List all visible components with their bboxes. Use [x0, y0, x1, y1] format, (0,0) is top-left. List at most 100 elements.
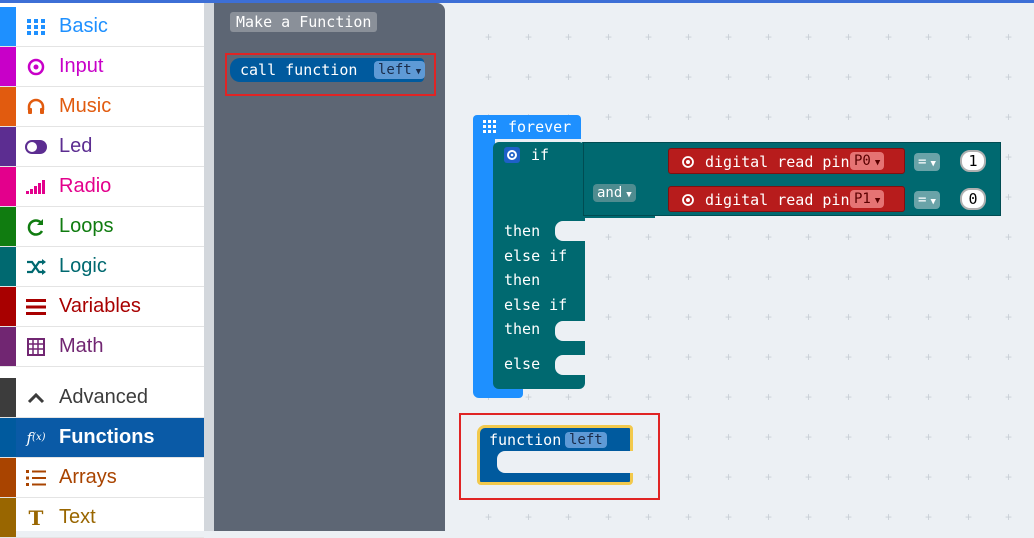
- grid-plus-mark: +: [965, 30, 973, 44]
- toolbox-math[interactable]: Math: [0, 327, 204, 367]
- category-color-bar: [0, 47, 16, 86]
- target-icon: [682, 155, 694, 173]
- grid-plus-mark: +: [645, 30, 653, 44]
- grid-plus-mark: +: [925, 430, 933, 444]
- grid-plus-mark: +: [885, 30, 893, 44]
- toolbox-basic[interactable]: Basic: [0, 7, 204, 47]
- forever-block[interactable]: forever: [473, 115, 581, 139]
- grid-plus-mark: +: [525, 30, 533, 44]
- grid-plus-mark: +: [965, 310, 973, 324]
- toolbox-music[interactable]: Music: [0, 87, 204, 127]
- grid-plus-mark: +: [725, 430, 733, 444]
- workspace[interactable]: + + + + + + + + + + + + + + + + + + + + + + + + + + + + + + + + + + + + + + + +…: [445, 3, 1034, 531]
- grid-plus-mark: +: [845, 310, 853, 324]
- category-color-bar: [0, 458, 16, 497]
- operator-value: =: [918, 154, 927, 170]
- digital-read-text: digital read pin: [705, 153, 850, 171]
- grid-plus-mark: +: [605, 230, 613, 244]
- grid-plus-mark: +: [965, 230, 973, 244]
- shuffle-icon: [25, 256, 47, 278]
- category-label: Logic: [59, 255, 107, 277]
- grid-plus-mark: +: [725, 30, 733, 44]
- else-if-label: else if: [504, 247, 568, 265]
- grid-plus-mark: +: [805, 470, 813, 484]
- category-label: Input: [59, 55, 104, 77]
- then-label: then: [504, 271, 541, 289]
- grid-plus-mark: +: [765, 510, 773, 524]
- gear-icon[interactable]: [504, 147, 520, 163]
- grid-plus-mark: +: [805, 510, 813, 524]
- category-color-bar: [0, 378, 16, 417]
- toolbox-led[interactable]: Led: [0, 127, 204, 167]
- grid-plus-mark: +: [765, 230, 773, 244]
- category-color-bar: [0, 498, 16, 537]
- grid-plus-mark: +: [1005, 310, 1013, 324]
- grid-plus-mark: +: [765, 270, 773, 284]
- value-input[interactable]: 0: [960, 188, 986, 210]
- grid-plus-mark: +: [645, 510, 653, 524]
- list-icon: [25, 296, 47, 318]
- toolbox-functions[interactable]: f (x) Functions: [0, 418, 204, 458]
- toolbox-input[interactable]: Input: [0, 47, 204, 87]
- grid-plus-mark: +: [925, 30, 933, 44]
- pin-value: P1: [854, 191, 871, 207]
- toolbox-text[interactable]: T Text: [0, 498, 204, 538]
- if-label: if: [531, 146, 550, 164]
- toolbox-radio[interactable]: Radio: [0, 167, 204, 207]
- grid-plus-mark: +: [645, 230, 653, 244]
- grid-plus-mark: +: [965, 350, 973, 364]
- grid-plus-mark: +: [605, 110, 613, 124]
- operator-dropdown[interactable]: = ▼: [914, 191, 940, 209]
- grid-plus-mark: +: [605, 510, 613, 524]
- pin-dropdown[interactable]: P1 ▼: [850, 190, 885, 208]
- then-label: then: [504, 222, 541, 240]
- category-label: Functions: [59, 426, 155, 448]
- grid-plus-mark: +: [725, 470, 733, 484]
- function-icon: f (x): [26, 428, 46, 447]
- grid-plus-mark: +: [685, 70, 693, 84]
- category-color-bar: [0, 418, 16, 457]
- digital-read-block[interactable]: digital read pin P1 ▼: [668, 186, 905, 212]
- value-input[interactable]: 1: [960, 150, 986, 172]
- and-operator-value: and: [597, 185, 623, 201]
- numbered-list-icon: [25, 467, 47, 489]
- grid-plus-mark: +: [525, 390, 533, 404]
- grid-plus-mark: +: [965, 270, 973, 284]
- grid-plus-mark: +: [1005, 190, 1013, 204]
- grid-plus-mark: +: [845, 270, 853, 284]
- headphones-icon: [25, 96, 47, 118]
- compare-block[interactable]: digital read pin P1 ▼ = ▼ 0: [658, 183, 998, 215]
- and-operator-dropdown[interactable]: and ▼: [593, 184, 636, 202]
- toolbox-loops[interactable]: Loops: [0, 207, 204, 247]
- operator-dropdown[interactable]: = ▼: [914, 153, 940, 171]
- grid-plus-mark: +: [685, 350, 693, 364]
- digital-read-block[interactable]: digital read pin P0 ▼: [668, 148, 905, 174]
- toolbox-variables[interactable]: Variables: [0, 287, 204, 327]
- grid-plus-mark: +: [765, 310, 773, 324]
- dropdown-caret-icon: ▼: [874, 196, 881, 206]
- grid-plus-mark: +: [725, 70, 733, 84]
- pin-dropdown[interactable]: P0 ▼: [850, 152, 885, 170]
- grid-plus-mark: +: [765, 470, 773, 484]
- grid-plus-mark: +: [685, 270, 693, 284]
- if-block[interactable]: [493, 142, 585, 389]
- grid-plus-mark: +: [845, 230, 853, 244]
- make-function-button[interactable]: Make a Function: [230, 12, 378, 32]
- toolbox-arrays[interactable]: Arrays: [0, 458, 204, 498]
- grid-plus-mark: +: [1005, 110, 1013, 124]
- compare-block[interactable]: digital read pin P0 ▼ = ▼ 1: [658, 145, 998, 177]
- grid-plus-mark: +: [885, 350, 893, 364]
- toolbox-advanced[interactable]: Advanced: [0, 378, 204, 418]
- grid-icon: [483, 120, 497, 138]
- forever-spine: [473, 139, 495, 386]
- grid-plus-mark: +: [645, 350, 653, 364]
- toolbox-logic[interactable]: Logic: [0, 247, 204, 287]
- grid-plus-mark: +: [685, 230, 693, 244]
- functions-flyout: Make a Function call function left ▼: [214, 3, 445, 531]
- category-label: Advanced: [59, 386, 148, 408]
- grid-plus-mark: +: [725, 110, 733, 124]
- calculator-icon: [25, 336, 47, 358]
- toolbox-scrollbar[interactable]: [204, 3, 214, 531]
- dropdown-caret-icon: ▼: [626, 190, 632, 200]
- target-icon: [25, 56, 47, 78]
